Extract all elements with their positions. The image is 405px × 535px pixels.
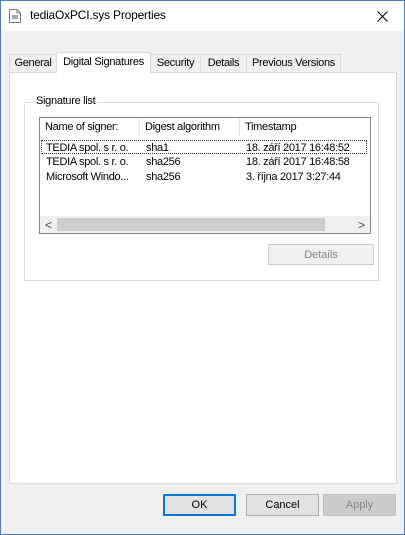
column-header-digest-label: Digest algorithm	[145, 121, 220, 133]
column-header-name-label: Name of signer:	[45, 121, 119, 133]
signer-name: Microsoft Windo...	[46, 171, 129, 183]
column-header-digest[interactable]: Digest algorithm	[140, 118, 240, 136]
signer-name: TEDIA spol. s r. o.	[46, 156, 129, 168]
signer-name: TEDIA spol. s r. o.	[46, 142, 129, 154]
cancel-button[interactable]: Cancel	[246, 494, 319, 516]
close-icon	[376, 10, 388, 22]
column-header-name[interactable]: Name of signer:	[40, 118, 140, 136]
title-bar[interactable]: tediaOxPCI.sys Properties	[1, 1, 404, 31]
tab-digital-signatures-label: Digital Signatures	[63, 56, 144, 68]
ok-button[interactable]: OK	[163, 494, 236, 516]
digest-algorithm: sha1	[146, 142, 169, 154]
signature-list-group: Signature list Name of signer: Digest al…	[24, 95, 379, 281]
tab-general-label: General	[14, 57, 52, 69]
list-item[interactable]: TEDIA spol. s r. o. sha1 18. září 2017 1…	[41, 140, 367, 154]
timestamp: 3. října 2017 3:27:44	[246, 171, 341, 183]
tab-details[interactable]: Details	[200, 54, 247, 72]
tab-details-label: Details	[207, 57, 240, 69]
tab-previous-versions-label: Previous Versions	[252, 57, 335, 69]
list-item[interactable]: Microsoft Windo... sha256 3. října 2017 …	[41, 170, 367, 184]
tab-general[interactable]: General	[9, 54, 57, 72]
horizontal-scrollbar[interactable]: < >	[40, 216, 370, 233]
close-button[interactable]	[360, 1, 404, 31]
window-title: tediaOxPCI.sys Properties	[30, 8, 166, 22]
timestamp: 18. září 2017 16:48:52	[246, 142, 350, 154]
list-item[interactable]: TEDIA spol. s r. o. sha256 18. září 2017…	[41, 155, 367, 169]
timestamp: 18. září 2017 16:48:58	[246, 156, 350, 168]
digest-algorithm: sha256	[146, 156, 181, 168]
digest-algorithm: sha256	[146, 171, 181, 183]
tab-digital-signatures[interactable]: Digital Signatures	[56, 52, 151, 73]
signature-list-label: Signature list	[34, 95, 98, 107]
scroll-right-arrow-icon[interactable]: >	[353, 216, 370, 233]
column-header-timestamp-label: Timestamp	[245, 121, 297, 133]
tab-security[interactable]: Security	[150, 54, 201, 72]
apply-button[interactable]: Apply	[323, 494, 396, 516]
details-button[interactable]: Details	[268, 244, 374, 265]
column-header-timestamp[interactable]: Timestamp	[240, 118, 370, 136]
file-icon	[9, 9, 21, 23]
tab-previous-versions[interactable]: Previous Versions	[246, 54, 341, 72]
properties-dialog: tediaOxPCI.sys Properties General Digita…	[0, 0, 405, 535]
signature-list[interactable]: Name of signer: Digest algorithm Timesta…	[39, 117, 371, 234]
scroll-thumb[interactable]	[57, 218, 325, 231]
tab-panel: Signature list Name of signer: Digest al…	[9, 72, 397, 484]
scroll-left-arrow-icon[interactable]: <	[40, 216, 57, 233]
tab-security-label: Security	[156, 57, 195, 69]
list-header: Name of signer: Digest algorithm Timesta…	[40, 118, 370, 136]
